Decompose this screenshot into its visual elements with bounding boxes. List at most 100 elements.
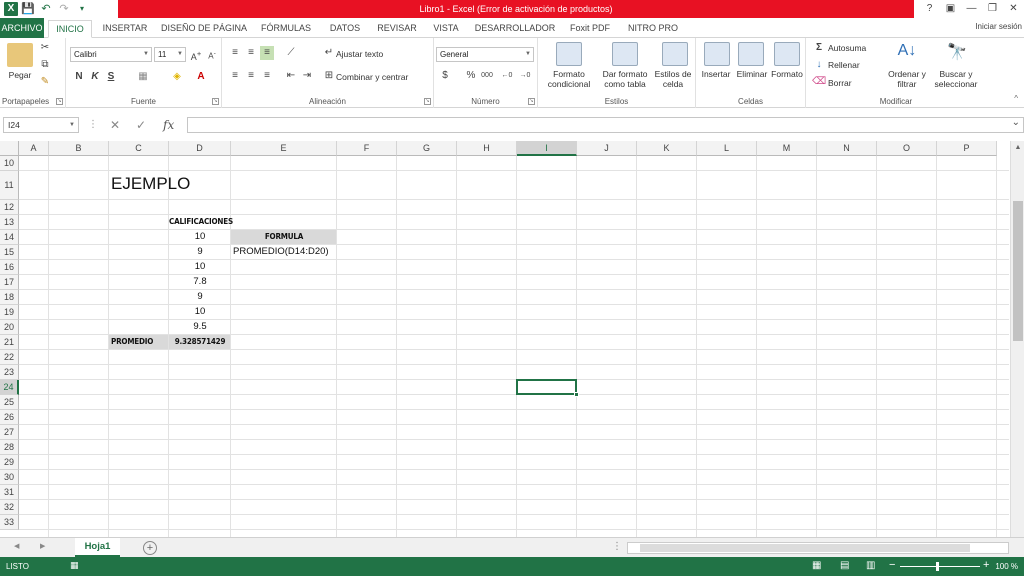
tab-revisar[interactable]: REVISAR [372,20,422,38]
insert-cells-button[interactable]: Insertar [696,69,736,79]
row-header[interactable]: 15 [0,245,19,260]
row-header[interactable]: 26 [0,410,19,425]
save-icon[interactable]: 💾 [20,1,36,17]
currency-button[interactable]: $ [438,69,452,83]
underline-button[interactable]: S [104,70,118,84]
column-header[interactable]: K [637,141,697,156]
formula-header-cell[interactable]: FORMULA [233,230,335,244]
scroll-up-icon[interactable]: ▲ [1011,141,1024,155]
format-cells-button[interactable]: Formato [768,69,806,79]
column-header[interactable]: I [517,141,577,156]
collapse-ribbon-icon[interactable]: ^ [1014,94,1018,103]
row-header[interactable]: 28 [0,440,19,455]
column-header[interactable]: B [49,141,109,156]
tab-nitro-pro[interactable]: NITRO PRO [622,20,684,38]
row-header[interactable]: 12 [0,200,19,215]
borders-icon[interactable]: ▦ [136,70,150,84]
sort-filter-button[interactable]: Ordenar y filtrar [882,69,932,89]
row-header[interactable]: 31 [0,485,19,500]
row-header[interactable]: 11 [0,171,19,200]
enter-icon[interactable]: ✓ [136,118,146,132]
format-table-icon[interactable] [612,42,638,66]
wrap-text-button[interactable]: Ajustar texto [336,49,383,59]
tab-insertar[interactable]: INSERTAR [98,20,152,38]
expand-formula-icon[interactable]: ⌄ [1012,117,1020,128]
merge-center-button[interactable]: Combinar y centrar [336,72,408,82]
row-header[interactable]: 19 [0,305,19,320]
macro-record-icon[interactable]: ▦ [70,560,79,571]
format-cells-icon[interactable] [774,42,800,66]
horizontal-scroll-thumb[interactable] [640,544,970,552]
decrease-decimal-icon[interactable]: →0 [518,69,532,83]
italic-button[interactable]: K [88,70,102,84]
row-header[interactable]: 22 [0,350,19,365]
row-header[interactable]: 24 [0,380,19,395]
row-header[interactable]: 32 [0,500,19,515]
row-header[interactable]: 16 [0,260,19,275]
align-bottom-icon[interactable]: ≡ [260,46,274,60]
align-top-icon[interactable]: ≡ [228,46,242,60]
grade-cell[interactable]: 9 [171,290,229,304]
minimize-button[interactable]: — [961,0,982,18]
percent-button[interactable]: % [464,69,478,83]
font-launcher-icon[interactable]: ↘ [212,98,219,105]
autosum-button[interactable]: Autosuma [828,43,866,53]
spreadsheet-grid[interactable]: A B C D E F G H I J K L M N O P 10 11 12 13 14 15 16 17 18 19 20 21… [0,141,1010,537]
column-header[interactable]: L [697,141,757,156]
row-header[interactable]: 21 [0,335,19,350]
redo-icon[interactable]: ↷ [56,1,72,17]
select-all-corner[interactable] [0,141,19,156]
clipboard-launcher-icon[interactable]: ↘ [56,98,63,105]
format-painter-icon[interactable]: ✎ [38,75,52,89]
zoom-in-icon[interactable]: + [983,559,989,571]
grow-font-icon[interactable]: A+ [189,47,203,62]
row-header[interactable]: 25 [0,395,19,410]
page-layout-icon[interactable]: ▤ [840,560,849,571]
paste-icon[interactable] [7,43,33,67]
row-header[interactable]: 18 [0,290,19,305]
tab-formulas[interactable]: FÓRMULAS [256,20,316,38]
increase-decimal-icon[interactable]: ←0 [500,69,514,83]
add-sheet-icon[interactable]: + [143,541,157,555]
chevron-down-icon[interactable]: ▼ [69,118,75,132]
row-header[interactable]: 23 [0,365,19,380]
row-header[interactable]: 10 [0,156,19,171]
font-color-icon[interactable]: A [194,70,208,84]
cell-styles-icon[interactable] [662,42,688,66]
average-value-cell[interactable]: 9.328571429 [171,335,229,349]
cell-styles-button[interactable]: Estilos de celda [650,69,696,89]
tab-foxit-pdf[interactable]: Foxit PDF [564,20,616,38]
find-select-icon[interactable]: 🔭 [944,42,970,66]
normal-view-icon[interactable]: ▦ [812,560,821,571]
column-header[interactable]: C [109,141,169,156]
column-header[interactable]: F [337,141,397,156]
zoom-level[interactable]: 100 % [995,562,1018,571]
zoom-slider-knob[interactable] [936,562,939,571]
ribbon-display-icon[interactable]: ▣ [940,0,961,18]
row-header[interactable]: 14 [0,230,19,245]
horizontal-scrollbar[interactable] [627,542,1009,554]
sheet-tab-hoja1[interactable]: Hoja1 [75,538,120,557]
grade-cell[interactable]: 9 [171,245,229,259]
alignment-launcher-icon[interactable]: ↘ [424,98,431,105]
tab-diseno-pagina[interactable]: DISEÑO DE PÁGINA [158,20,250,38]
vertical-scrollbar[interactable]: ▲ [1010,141,1024,537]
name-box[interactable]: I24 ▼ [3,117,79,133]
close-button[interactable]: ✕ [1003,0,1024,18]
delete-cells-icon[interactable] [738,42,764,66]
sheet-title-cell[interactable]: EJEMPLO [111,173,311,199]
column-header[interactable]: J [577,141,637,156]
wrap-text-icon[interactable]: ↵ [322,46,336,60]
tab-datos[interactable]: DATOS [322,20,368,38]
grade-cell[interactable]: 10 [171,260,229,274]
grades-header-cell[interactable]: CALIFICACIONES [169,215,233,229]
customize-toolbar-icon[interactable]: ▾ [74,1,90,17]
restore-button[interactable]: ❐ [982,0,1003,18]
format-table-button[interactable]: Dar formato como tabla [596,69,654,89]
align-center-icon[interactable]: ≡ [244,69,258,83]
column-header[interactable]: E [231,141,337,156]
delete-cells-button[interactable]: Eliminar [732,69,772,79]
next-sheet-icon[interactable]: ▶ [40,542,45,550]
orientation-icon[interactable]: ⟋ [284,46,298,60]
row-header[interactable]: 29 [0,455,19,470]
